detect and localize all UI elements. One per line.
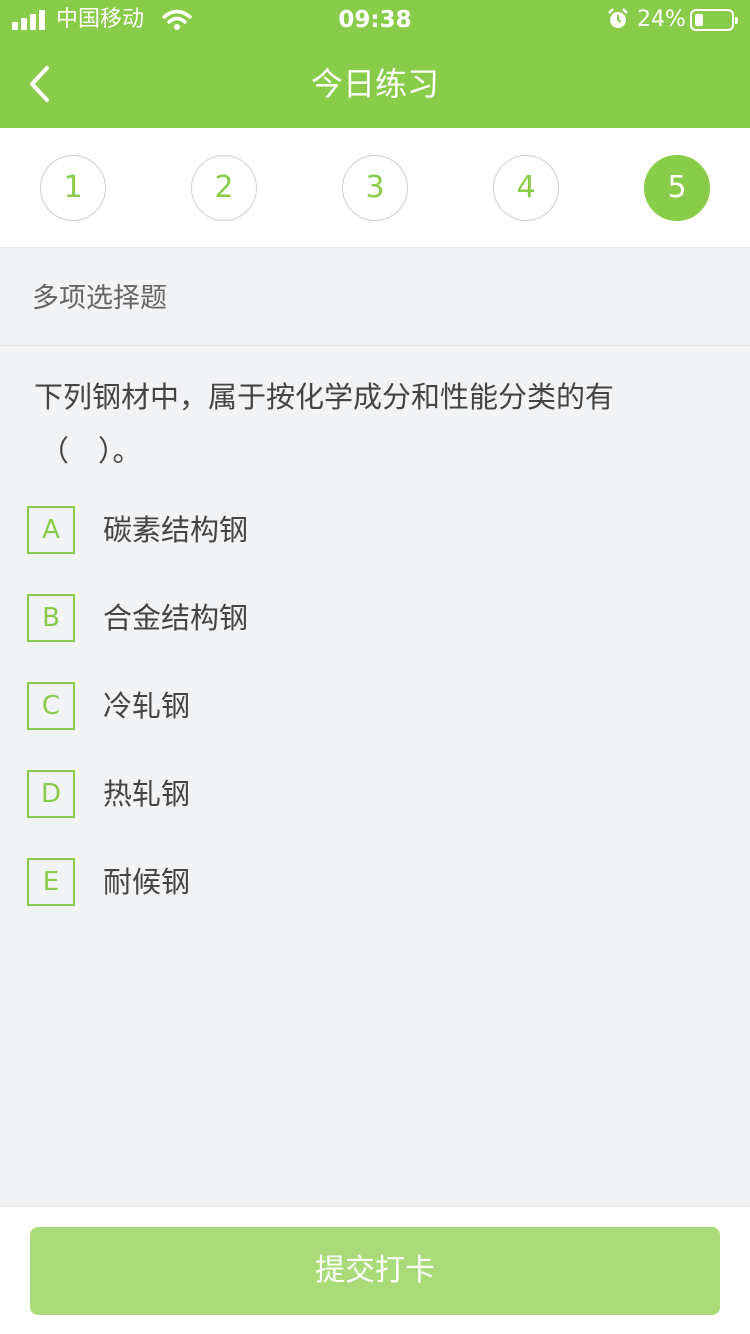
battery-icon: [690, 9, 738, 31]
option-c[interactable]: C 冷轧钢: [27, 682, 717, 730]
option-text: 冷轧钢: [103, 689, 191, 723]
option-d[interactable]: D 热轧钢: [27, 770, 717, 818]
alarm-icon: [608, 8, 628, 28]
battery-percent: 24%: [637, 7, 686, 32]
status-bar: 中国移动 09:38 24%: [0, 0, 750, 40]
bottom-bar: 提交打卡: [0, 1206, 750, 1334]
question-number-2[interactable]: 2: [191, 155, 257, 221]
question-number-5[interactable]: 5: [644, 155, 710, 221]
option-text: 耐候钢: [103, 865, 191, 899]
battery-level-fill: [695, 14, 703, 26]
question-number-1[interactable]: 1: [40, 155, 106, 221]
question-number-bar: 1 2 3 4 5: [0, 128, 750, 248]
question-text-line: （ ）。: [40, 434, 142, 468]
option-text: 碳素结构钢: [103, 513, 249, 547]
option-text: 热轧钢: [103, 777, 191, 811]
option-letter-box: E: [27, 858, 75, 906]
option-letter-box: A: [27, 506, 75, 554]
app-header: 中国移动 09:38 24% 今日练习: [0, 0, 750, 128]
option-a[interactable]: A 碳素结构钢: [27, 506, 717, 554]
option-letter-box: C: [27, 682, 75, 730]
question-type-label: 多项选择题: [32, 283, 167, 314]
option-b[interactable]: B 合金结构钢: [27, 594, 717, 642]
question-text: 下列钢材中，属于按化学成分和性能分类的有 （ ）。: [34, 370, 694, 478]
submit-checkin-button[interactable]: 提交打卡: [30, 1227, 720, 1315]
option-letter-box: D: [27, 770, 75, 818]
option-e[interactable]: E 耐候钢: [27, 858, 717, 906]
question-number-4[interactable]: 4: [493, 155, 559, 221]
question-type-header: 多项选择题: [0, 248, 750, 346]
option-letter-box: B: [27, 594, 75, 642]
option-text: 合金结构钢: [103, 601, 249, 635]
question-number-3[interactable]: 3: [342, 155, 408, 221]
question-text-line: 下列钢材中，属于按化学成分和性能分类的有: [34, 380, 615, 414]
page-title: 今日练习: [310, 65, 439, 103]
